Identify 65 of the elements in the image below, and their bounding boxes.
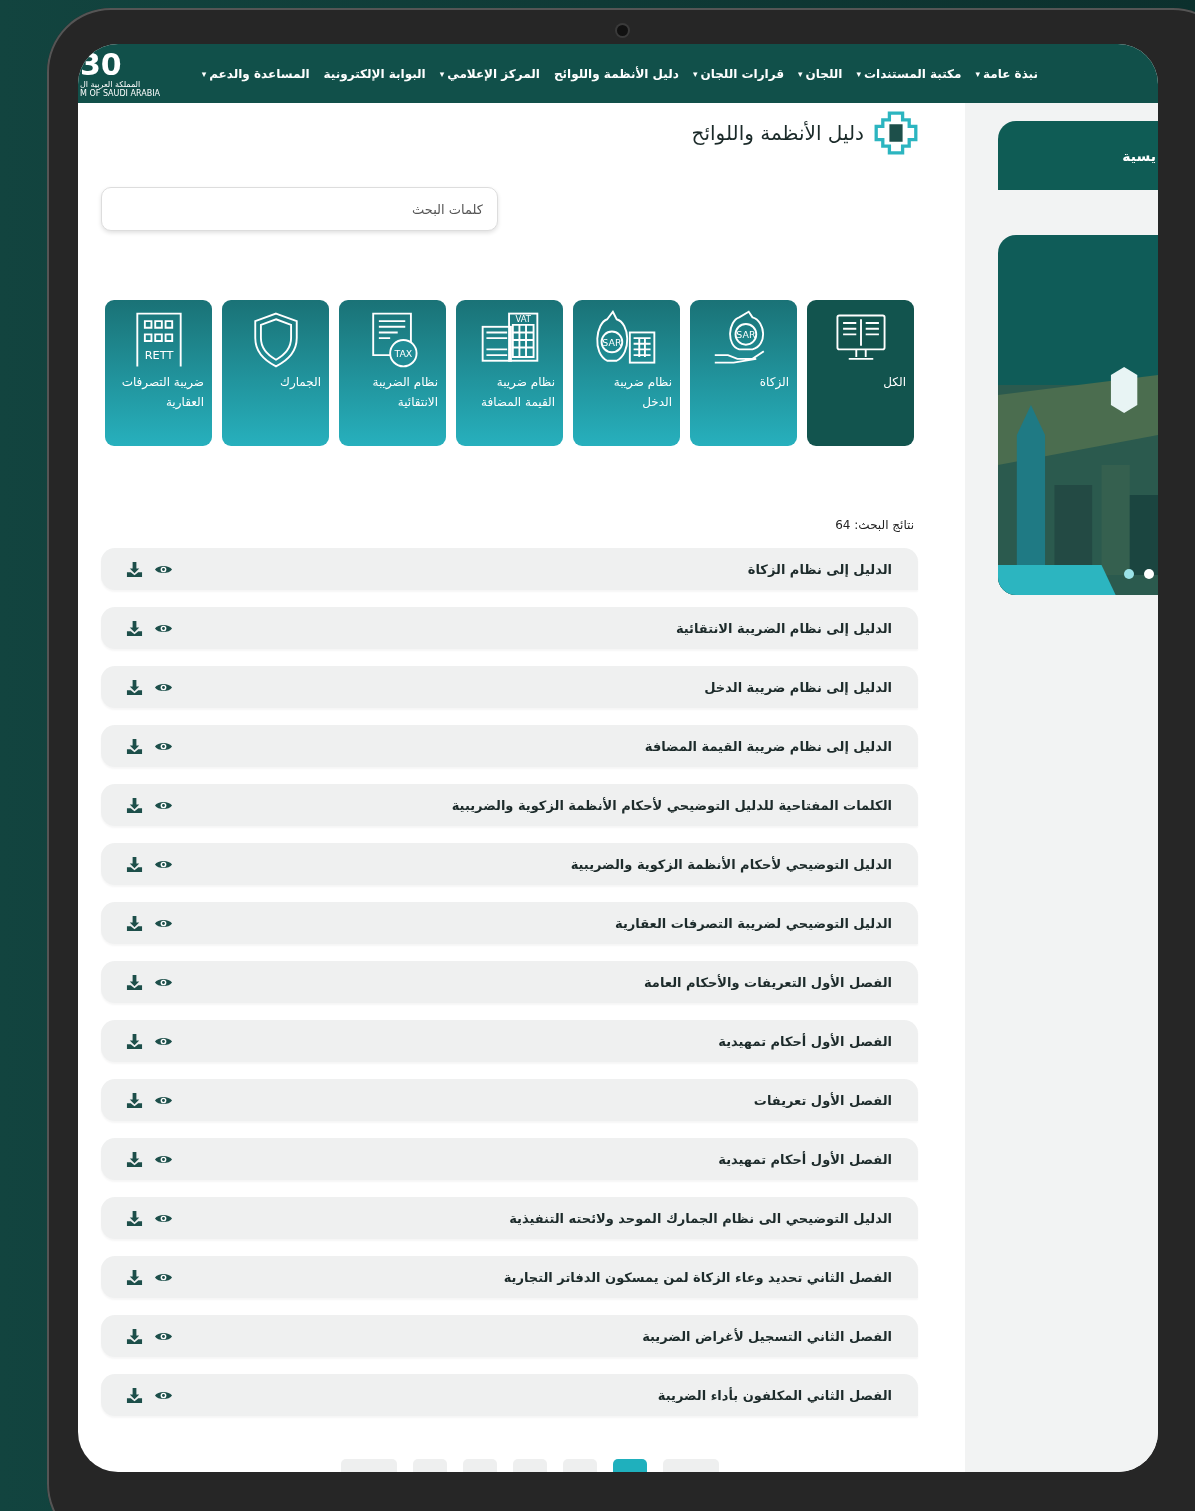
emblem-icon (874, 111, 918, 155)
download-icon[interactable] (125, 560, 144, 578)
result-title: الدليل إلى نظام الضريبة الانتقائية (675, 620, 892, 636)
page-title: دليل الأنظمة واللوائح (691, 121, 864, 145)
result-title: الفصل الأول أحكام تمهيدية (718, 1151, 892, 1167)
download-icon[interactable] (125, 1268, 144, 1286)
logo-text: M OF SAUDI ARABIA (80, 88, 160, 98)
result-title: الدليل التوضيحي لضريبة التصرفات العقارية (615, 915, 892, 931)
download-icon[interactable] (125, 1327, 144, 1345)
result-title: الدليل التوضيحي الى نظام الجمارك الموحد ولائحته التنفيذية (509, 1210, 892, 1226)
result-row[interactable]: الفصل الثاني المكلفون بأداء الضريبة (101, 1374, 918, 1416)
download-icon[interactable] (125, 678, 144, 696)
carousel-dot[interactable] (1124, 569, 1134, 579)
result-title: الدليل التوضيحي لأحكام الأنظمة الزكوية والضريبية (570, 856, 892, 872)
download-icon[interactable] (125, 855, 144, 873)
results-count: نتائج البحث: 64 (834, 518, 915, 532)
result-title: الفصل الثاني تحديد وعاء الزكاة لمن يمسكون الدفاتر التجارية (503, 1269, 892, 1285)
download-icon[interactable] (125, 1150, 144, 1168)
result-title: الكلمات المفتاحية للدليل التوضيحي لأحكام الأنظمة الزكوية والضريبية (451, 797, 892, 813)
download-icon[interactable] (125, 737, 144, 755)
download-icon[interactable] (125, 1386, 144, 1404)
category-tile[interactable]: الكل (807, 300, 914, 446)
download-icon[interactable] (125, 1209, 144, 1227)
result-title: الفصل الأول تعريفات (753, 1092, 892, 1108)
download-icon[interactable] (125, 619, 144, 637)
result-row[interactable]: الكلمات المفتاحية للدليل التوضيحي لأحكام الأنظمة الزكوية والضريبية (101, 784, 918, 826)
side-card-title: يسية (1122, 147, 1157, 164)
download-icon[interactable] (125, 796, 144, 814)
result-row[interactable]: الدليل إلى نظام ضريبة الدخل (101, 666, 918, 708)
logo-text: المملكة العربية ال (80, 79, 141, 89)
nav-link[interactable]: قرارات اللجان ▾ (692, 66, 785, 81)
nav-link[interactable]: مكتبة المستندات ▾ (856, 66, 962, 81)
result-row[interactable]: الفصل الأول التعريفات والأحكام العامة (101, 961, 918, 1003)
result-row[interactable]: الدليل إلى نظام الزكاة (101, 548, 918, 590)
result-title: الدليل إلى نظام ضريبة الدخل (704, 679, 892, 695)
download-icon[interactable] (125, 973, 144, 991)
camera-dot (617, 25, 628, 36)
result-row[interactable]: الدليل التوضيحي الى نظام الجمارك الموحد ولائحته التنفيذية (101, 1197, 918, 1239)
result-row[interactable]: الدليل التوضيحي لضريبة التصرفات العقارية (101, 902, 918, 944)
result-row[interactable]: الدليل إلى نظام ضريبة القيمة المضافة (101, 725, 918, 767)
nav-link[interactable]: اللجان ▾ (798, 66, 843, 81)
download-icon[interactable] (125, 1032, 144, 1050)
result-row[interactable]: الدليل التوضيحي لأحكام الأنظمة الزكوية والضريبية (101, 843, 918, 885)
category-tile[interactable]: الجمارك (222, 300, 329, 446)
nav-link[interactable]: نبذة عامة ▾ (975, 66, 1038, 81)
result-row[interactable]: الفصل الأول تعريفات (101, 1079, 918, 1121)
result-title: الدليل إلى نظام الزكاة (747, 561, 892, 577)
result-row[interactable]: الفصل الأول أحكام تمهيدية (101, 1138, 918, 1180)
result-row[interactable]: الفصل الأول أحكام تمهيدية (101, 1020, 918, 1062)
search-field[interactable]: كلمات البحث (101, 187, 498, 231)
nav-link[interactable]: المركز الإعلامي ▾ (439, 66, 540, 81)
download-icon[interactable] (125, 1091, 144, 1109)
result-title: الفصل الثاني التسجيل لأغراض الضريبة (642, 1328, 892, 1344)
carousel-dot[interactable] (1144, 569, 1154, 579)
result-title: الفصل الثاني المكلفون بأداء الضريبة (657, 1387, 892, 1403)
result-title: الدليل إلى نظام ضريبة القيمة المضافة (644, 738, 892, 754)
result-row[interactable]: الدليل إلى نظام الضريبة الانتقائية (101, 607, 918, 649)
result-row[interactable]: الفصل الثاني تحديد وعاء الزكاة لمن يمسكون الدفاتر التجارية (101, 1256, 918, 1298)
nav-link[interactable]: البوابة الإلكترونية (323, 66, 426, 81)
download-icon[interactable] (125, 914, 144, 932)
result-title: الفصل الأول أحكام تمهيدية (718, 1033, 892, 1049)
result-title: الفصل الأول التعريفات والأحكام العامة (644, 974, 892, 990)
result-row[interactable]: الفصل الثاني التسجيل لأغراض الضريبة (101, 1315, 918, 1357)
nav-link[interactable]: دليل الأنظمة واللوائح (553, 66, 679, 81)
nav-link[interactable]: المساعدة والدعم ▾ (201, 66, 310, 81)
